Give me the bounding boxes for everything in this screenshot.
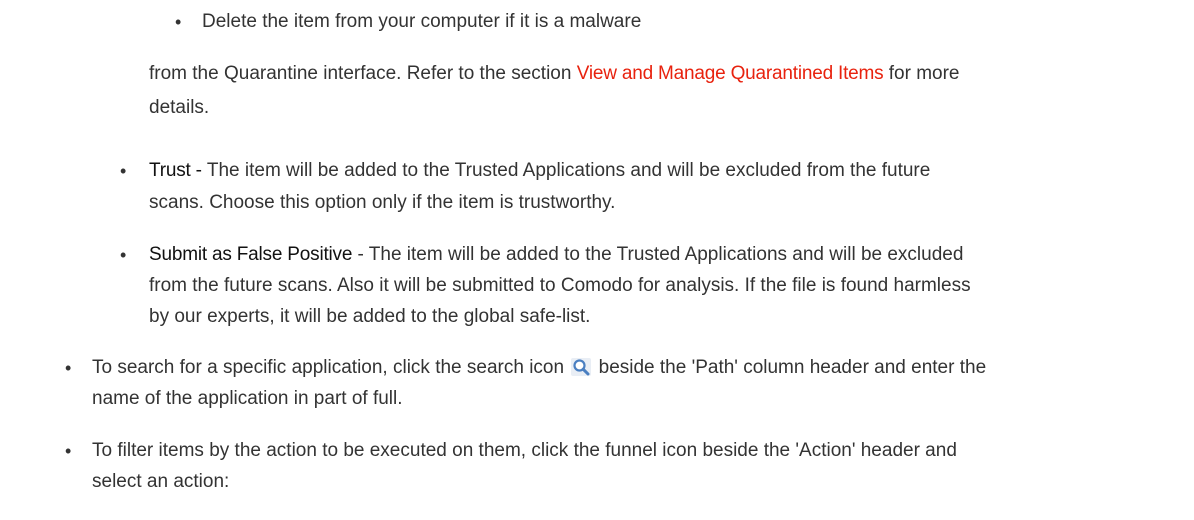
- quarantine-paragraph: from the Quarantine interface. Refer to …: [149, 61, 960, 87]
- step-filter: To filter items by the action to be exec…: [92, 440, 957, 461]
- option-trust-term: Trust -: [149, 160, 207, 181]
- quarantine-text-before: from the Quarantine interface. Refer to …: [149, 63, 577, 84]
- search-icon: [571, 358, 592, 376]
- step-search-text-before: To search for a specific application, cl…: [92, 357, 570, 378]
- step-filter-line2: select an action:: [92, 471, 230, 492]
- option-trust: Trust - The item will be added to the Tr…: [149, 158, 930, 184]
- option-trust-desc: The item will be added to the Trusted Ap…: [206, 160, 931, 181]
- quarantine-text-after: for more: [883, 63, 960, 84]
- option-false-positive: Submit as False Positive - The item will…: [149, 242, 963, 268]
- step-search: To search for a specific application, cl…: [92, 355, 986, 381]
- bullet-marker: •: [65, 358, 72, 378]
- step-search-text-after: beside the 'Path' column header and ente…: [593, 357, 987, 378]
- bullet-marker: •: [65, 441, 72, 461]
- bullet-marker: •: [120, 245, 127, 265]
- bullet-marker: •: [120, 161, 127, 181]
- bullet-marker: •: [175, 12, 182, 32]
- view-manage-quarantined-link[interactable]: View and Manage Quarantined Items: [577, 63, 884, 84]
- option-false-positive-desc: - The item will be added to the Trusted …: [352, 244, 964, 265]
- quarantine-paragraph-line2: details.: [149, 97, 210, 118]
- option-trust-line2: scans. Choose this option only if the it…: [149, 192, 616, 213]
- step-search-line2: name of the application in part of full.: [92, 388, 403, 409]
- option-false-positive-line3: by our experts, it will be added to the …: [149, 306, 591, 327]
- help-document: • Delete the item from your computer if …: [0, 0, 1194, 520]
- sub-bullet-delete: Delete the item from your computer if it…: [202, 11, 642, 32]
- option-false-positive-term: Submit as False Positive: [149, 244, 353, 265]
- option-false-positive-line2: from the future scans. Also it will be s…: [149, 275, 971, 296]
